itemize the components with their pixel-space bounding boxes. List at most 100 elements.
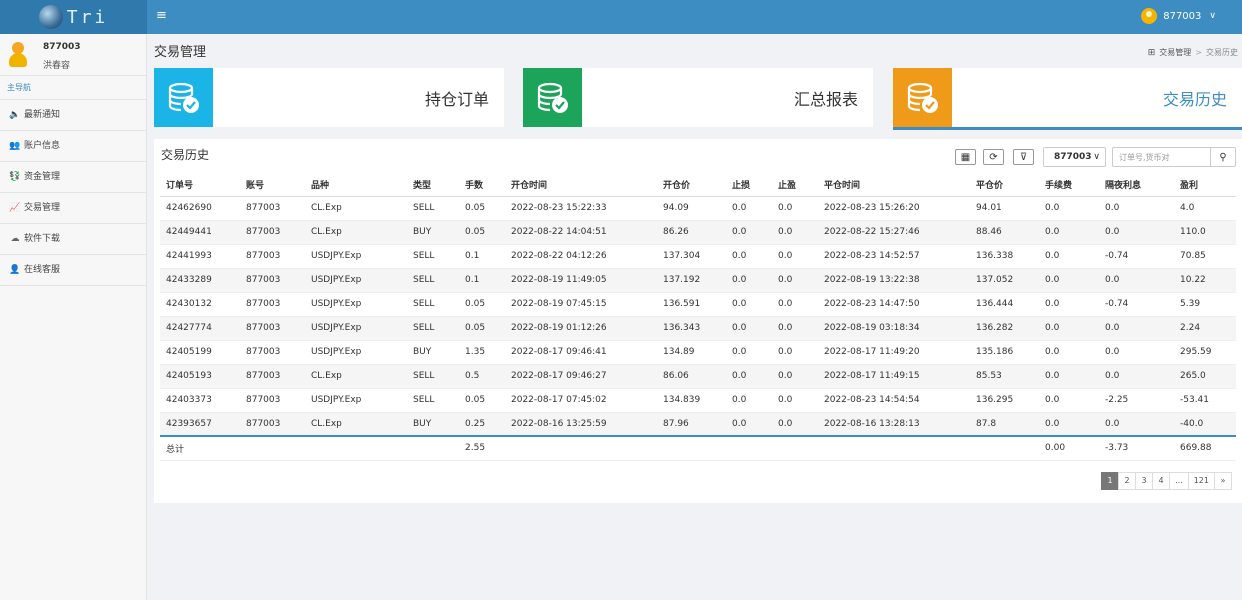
column-header[interactable]: 手数: [459, 174, 505, 197]
column-header[interactable]: 开仓价: [657, 174, 726, 197]
search-button[interactable]: ⚲: [1210, 147, 1236, 167]
account-select[interactable]: 877003 ∨: [1043, 147, 1106, 167]
logo[interactable]: Tri: [0, 0, 147, 34]
column-header[interactable]: 类型: [407, 174, 459, 197]
page-button[interactable]: 2: [1118, 472, 1137, 490]
column-header[interactable]: 品种: [305, 174, 407, 197]
breadcrumb-separator: >: [1195, 48, 1202, 57]
table-cell: 0.0: [726, 412, 772, 437]
column-header[interactable]: 平仓价: [970, 174, 1039, 197]
table-total-cell: 0.00: [1039, 435, 1099, 461]
table-cell: 137.192: [657, 268, 726, 293]
page-title: 交易管理: [154, 45, 207, 60]
column-header[interactable]: 开仓时间: [505, 174, 657, 197]
sidebar-item-4[interactable]: ☁ 软件下载: [0, 224, 146, 255]
table-cell: 42405193: [160, 364, 240, 389]
sidebar-item-2[interactable]: 💱 资金管理: [0, 162, 146, 193]
table-cell: 877003: [240, 292, 305, 317]
table-cell: 2022-08-22 04:12:26: [505, 244, 657, 269]
table-cell: 0.1: [459, 244, 505, 269]
sidebar-item-label: 软件下载: [24, 233, 61, 244]
page-button[interactable]: 1: [1101, 472, 1120, 490]
refresh-button[interactable]: ⟳: [983, 149, 1004, 165]
table-row[interactable]: 42462690 877003 CL.Exp SELL 0.05 2022-08-23 1…: [160, 196, 1236, 221]
table-cell: 42405199: [160, 340, 240, 365]
breadcrumb-parent[interactable]: 交易管理: [1159, 47, 1191, 58]
table-row[interactable]: 42427774 877003 USDJPY.Exp SELL 0.05 2022-08-…: [160, 316, 1236, 341]
table-cell: 0.0: [772, 340, 818, 365]
table-cell: SELL: [407, 268, 459, 293]
table-cell: 136.444: [970, 292, 1039, 317]
page-button[interactable]: 121: [1187, 472, 1215, 490]
breadcrumb: ⊞ 交易管理 > 交易历史: [1148, 47, 1238, 58]
database-check-icon: [154, 68, 213, 127]
table-cell: 0.05: [459, 196, 505, 221]
table-cell: BUY: [407, 340, 459, 365]
column-header[interactable]: 隔夜利息: [1099, 174, 1174, 197]
table-cell: 135.186: [970, 340, 1039, 365]
page-button[interactable]: 4: [1152, 472, 1171, 490]
calendar-button[interactable]: ▦: [955, 149, 976, 165]
table-cell: 0.05: [459, 316, 505, 341]
card-summary-report[interactable]: 汇总报表: [523, 68, 873, 127]
calendar-icon: ▦: [960, 151, 971, 163]
table-cell: 137.052: [970, 268, 1039, 293]
chevron-down-icon: ∨: [1093, 152, 1100, 162]
card-trade-history[interactable]: 交易历史: [893, 68, 1242, 130]
table-cell: 0.0: [1039, 196, 1099, 221]
dashboard-icon: ⊞: [1147, 47, 1156, 58]
table-cell: 877003: [240, 340, 305, 365]
pagination: 1 2 3 4... 121»: [1101, 472, 1232, 490]
table-cell: 42403373: [160, 388, 240, 413]
trade-history-panel: 交易历史 ▦ ⟳ ⊽ 877003 ∨ ⚲ 订单号账号品种类型手数开仓时间开仓价…: [154, 139, 1242, 503]
table-row[interactable]: 42405199 877003 USDJPY.Exp BUY 1.35 2022-08-1…: [160, 340, 1236, 365]
table-cell: 877003: [240, 196, 305, 221]
card-positions[interactable]: 持仓订单: [154, 68, 504, 127]
table-row[interactable]: 42430132 877003 USDJPY.Exp SELL 0.05 2022-08-…: [160, 292, 1236, 317]
table-cell: 0.25: [459, 412, 505, 437]
table-row[interactable]: 42433289 877003 USDJPY.Exp SELL 0.1 2022-08-1…: [160, 268, 1236, 293]
column-header[interactable]: 订单号: [160, 174, 240, 197]
table-cell: SELL: [407, 292, 459, 317]
column-header[interactable]: 账号: [240, 174, 305, 197]
table-row[interactable]: 42403373 877003 USDJPY.Exp SELL 0.05 2022-08-…: [160, 388, 1236, 413]
filter-button[interactable]: ⊽: [1013, 149, 1034, 165]
sidebar-item-3[interactable]: 📈 交易管理: [0, 193, 146, 224]
panel-title: 交易历史: [161, 148, 210, 162]
trade-history-table: 订单号 账号 品种 类型 手数 开仓时间 开仓价 止损 止盈 平仓时间 平仓价 手续费 隔夜利息 盈利 4…: [160, 174, 1236, 461]
column-header[interactable]: 平仓时间: [818, 174, 970, 197]
table-cell: 0.0: [1099, 364, 1174, 389]
sidebar-item-1[interactable]: 👥 账户信息: [0, 131, 146, 162]
cloud-download-icon: ☁: [10, 233, 20, 244]
table-cell: 136.343: [657, 316, 726, 341]
sidebar-item-5[interactable]: 👤 在线客服: [0, 255, 146, 286]
column-header[interactable]: 盈利: [1174, 174, 1236, 197]
sidebar-item-label: 最新通知: [24, 109, 61, 120]
table-row[interactable]: 42449441 877003 CL.Exp BUY 0.05 2022-08-22 14…: [160, 220, 1236, 245]
next-page-button[interactable]: »: [1214, 472, 1232, 490]
table-cell: 0.05: [459, 292, 505, 317]
search-input[interactable]: [1112, 147, 1210, 167]
table-cell: 0.0: [1039, 220, 1099, 245]
page-button[interactable]: 3: [1135, 472, 1154, 490]
table-cell: 2022-08-23 14:52:57: [818, 244, 970, 269]
table-cell: CL.Exp: [305, 412, 407, 437]
database-check-icon: [893, 68, 952, 127]
table-cell: -40.0: [1174, 412, 1236, 437]
table-total-cell: [505, 435, 657, 461]
table-row[interactable]: 42441993 877003 USDJPY.Exp SELL 0.1 2022-08-2…: [160, 244, 1236, 269]
column-header[interactable]: 止损: [726, 174, 772, 197]
user-menu[interactable]: 877003 ∨: [1141, 8, 1216, 24]
table-row[interactable]: 42405193 877003 CL.Exp SELL 0.5 2022-08-17 09…: [160, 364, 1236, 389]
chevron-down-icon: ∨: [1209, 11, 1216, 21]
table-cell: 86.06: [657, 364, 726, 389]
user-avatar-icon: [1141, 8, 1158, 24]
menu-toggle-icon[interactable]: ≡: [156, 8, 167, 23]
table-row[interactable]: 42393657 877003 CL.Exp BUY 0.25 2022-08-16 13…: [160, 412, 1236, 437]
column-header[interactable]: 止盈: [772, 174, 818, 197]
table-cell: 0.0: [1039, 292, 1099, 317]
sidebar-item-0[interactable]: 🔈 最新通知: [0, 100, 146, 131]
table-cell: 2022-08-19 07:45:15: [505, 292, 657, 317]
column-header[interactable]: 手续费: [1039, 174, 1099, 197]
table-cell: 2.24: [1174, 316, 1236, 341]
